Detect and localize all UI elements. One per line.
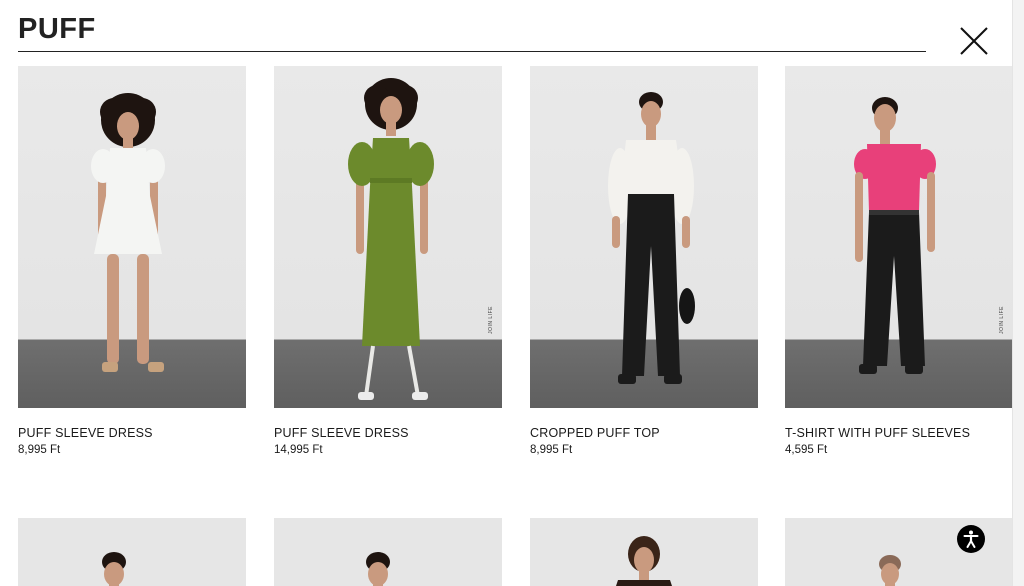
product-title[interactable]: T-SHIRT WITH PUFF SLEEVES	[785, 426, 1013, 440]
product-price: 4,595 Ft	[785, 444, 828, 456]
search-results-page: PUFF SLEEVE DRESS 8,995 Ft	[0, 0, 1024, 586]
product-title[interactable]: PUFF SLEEVE DRESS	[18, 426, 246, 440]
product-price: 14,995 Ft	[274, 444, 323, 456]
product-image[interactable]	[530, 66, 758, 408]
product-card[interactable]	[274, 518, 502, 586]
product-card[interactable]: CROPPED PUFF TOP 8,995 Ft	[530, 66, 758, 456]
product-card[interactable]: JOIN LIFE PUFF SLEEVE DRESS 14,995 Ft	[274, 66, 502, 456]
product-image[interactable]	[18, 66, 246, 408]
product-image[interactable]: JOIN LIFE	[785, 66, 1013, 408]
accessibility-icon	[963, 530, 979, 548]
product-image[interactable]	[18, 518, 246, 586]
brand-watermark: JOIN LIFE	[488, 306, 494, 334]
product-price: 8,995 Ft	[530, 444, 573, 456]
product-image[interactable]: JOIN LIFE	[274, 66, 502, 408]
product-card[interactable]: PUFF SLEEVE DRESS 8,995 Ft	[18, 66, 246, 456]
product-card[interactable]	[530, 518, 758, 586]
product-card[interactable]: JOIN LIFE T-SHIRT WITH PUFF SLEEVES 4,59…	[785, 66, 1013, 456]
scrollbar[interactable]	[1012, 0, 1024, 586]
product-card[interactable]	[18, 518, 246, 586]
product-image[interactable]	[530, 518, 758, 586]
close-search-button[interactable]	[958, 25, 990, 57]
brand-watermark: JOIN LIFE	[999, 306, 1005, 334]
product-title[interactable]: CROPPED PUFF TOP	[530, 426, 758, 440]
accessibility-button[interactable]	[957, 525, 985, 553]
product-title[interactable]: PUFF SLEEVE DRESS	[274, 426, 502, 440]
close-icon	[960, 27, 988, 55]
search-input[interactable]	[18, 13, 926, 46]
product-price: 8,995 Ft	[18, 444, 61, 456]
product-image[interactable]	[274, 518, 502, 586]
search-bar	[18, 8, 926, 52]
